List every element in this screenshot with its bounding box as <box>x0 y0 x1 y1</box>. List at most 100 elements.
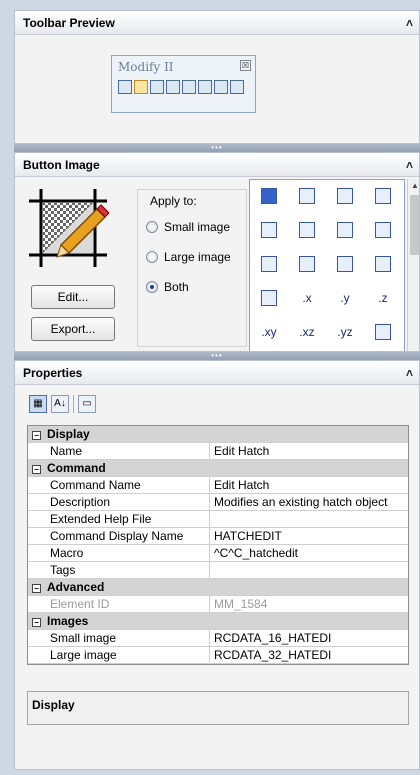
property-row-macro[interactable]: Macro ^C^C_hatchedit <box>28 545 408 562</box>
spline-edit-icon[interactable] <box>166 80 180 94</box>
gallery-image-6[interactable] <box>290 214 324 246</box>
gallery-image-7[interactable] <box>328 214 362 246</box>
radio-button-selected-icon[interactable] <box>146 281 158 293</box>
radio-large-image-label: Large image <box>164 250 231 264</box>
splitter-grip[interactable]: ••• <box>14 144 420 152</box>
radio-small-image-label: Small image <box>164 220 231 234</box>
property-key: Small image <box>28 630 210 646</box>
gallery-image-xy[interactable]: .xy <box>252 316 286 348</box>
property-row-element-id[interactable]: Element ID MM_1584 <box>28 596 408 613</box>
category-label: Images <box>47 614 89 628</box>
multiline-edit-icon[interactable] <box>230 80 244 94</box>
gallery-image-z[interactable]: .z <box>366 282 400 314</box>
property-row-large-image[interactable]: Large image RCDATA_32_HATEDI <box>28 647 408 664</box>
toolbar-preview-header[interactable]: Toolbar Preview ˄ <box>15 11 419 35</box>
radio-button-icon[interactable] <box>146 251 158 263</box>
property-key: Command Display Name <box>28 528 210 544</box>
draworder-icon[interactable] <box>118 80 132 94</box>
property-value[interactable]: Edit Hatch <box>210 477 408 493</box>
properties-header[interactable]: Properties ˄ <box>15 361 419 385</box>
gallery-image-5[interactable] <box>252 214 286 246</box>
gallery-image-1[interactable] <box>252 180 286 212</box>
button-image-panel: Button Image ˄ Edit... Export... Apply t… <box>14 152 420 352</box>
property-row-display-name[interactable]: Command Display Name HATCHEDIT <box>28 528 408 545</box>
array-edit-icon[interactable] <box>182 80 196 94</box>
property-row-name[interactable]: Name Edit Hatch <box>28 443 408 460</box>
button-image-gallery: .x .y .z .xy .xz .yz <box>249 179 405 351</box>
property-value[interactable]: Edit Hatch <box>210 443 408 459</box>
properties-toolbar: ▦ A↓ ▭ <box>29 395 96 413</box>
property-value[interactable]: HATCHEDIT <box>210 528 408 544</box>
gallery-image-13[interactable] <box>252 282 286 314</box>
collapse-minus-icon[interactable]: − <box>32 618 41 627</box>
category-row-display[interactable]: − Display <box>28 426 408 443</box>
property-key: Large image <box>28 647 210 663</box>
gallery-image-yz[interactable]: .yz <box>328 316 362 348</box>
properties-title: Properties <box>23 366 83 380</box>
scroll-up-icon[interactable]: ▲ <box>408 179 419 193</box>
scroll-thumb[interactable] <box>410 195 419 255</box>
gallery-image-10[interactable] <box>290 248 324 280</box>
radio-small-image[interactable]: Small image <box>146 220 230 234</box>
collapse-minus-icon[interactable]: − <box>32 465 41 474</box>
radio-button-icon[interactable] <box>146 221 158 233</box>
property-value[interactable]: Modifies an existing hatch object <box>210 494 408 510</box>
close-icon[interactable]: ☒ <box>240 60 251 71</box>
property-row-description[interactable]: Description Modifies an existing hatch o… <box>28 494 408 511</box>
property-value[interactable]: ^C^C_hatchedit <box>210 545 408 561</box>
gallery-image-12[interactable] <box>366 248 400 280</box>
button-image-title: Button Image <box>23 158 100 172</box>
property-value[interactable] <box>210 511 408 527</box>
gallery-image-20[interactable] <box>366 316 400 348</box>
image-thumbnail-icon <box>261 290 277 306</box>
image-thumbnail-icon <box>375 188 391 204</box>
toolbar-icons <box>118 80 244 94</box>
collapse-chevron-icon[interactable]: ˄ <box>406 11 413 35</box>
property-row-extended-help[interactable]: Extended Help File <box>28 511 408 528</box>
image-thumbnail-icon <box>299 222 315 238</box>
export-image-button[interactable]: Export... <box>31 317 115 341</box>
collapse-chevron-icon[interactable]: ˄ <box>406 361 413 385</box>
radio-large-image[interactable]: Large image <box>146 250 231 264</box>
property-row-small-image[interactable]: Small image RCDATA_16_HATEDI <box>28 630 408 647</box>
categorized-view-icon[interactable]: ▦ <box>29 395 47 413</box>
button-image-header[interactable]: Button Image ˄ <box>15 153 419 177</box>
apply-to-group: Apply to: Small image Large image Both <box>137 189 247 347</box>
gallery-image-11[interactable] <box>328 248 362 280</box>
gallery-image-xz[interactable]: .xz <box>290 316 324 348</box>
edit-image-button[interactable]: Edit... <box>31 285 115 309</box>
hatch-edit-icon[interactable] <box>134 80 148 94</box>
category-row-advanced[interactable]: − Advanced <box>28 579 408 596</box>
property-value[interactable]: RCDATA_32_HATEDI <box>210 647 408 663</box>
category-label: Display <box>47 427 90 441</box>
property-row-tags[interactable]: Tags <box>28 562 408 579</box>
collapse-minus-icon[interactable]: − <box>32 584 41 593</box>
collapse-minus-icon[interactable]: − <box>32 431 41 440</box>
image-thumbnail-icon <box>261 222 277 238</box>
block-edit-icon[interactable] <box>214 80 228 94</box>
polyline-edit-icon[interactable] <box>150 80 164 94</box>
property-key: Element ID <box>28 596 210 612</box>
gallery-image-9[interactable] <box>252 248 286 280</box>
gallery-scrollbar[interactable]: ▲ ▼ <box>407 179 419 351</box>
attribute-edit-icon[interactable] <box>198 80 212 94</box>
toolbar-preview-title: Toolbar Preview <box>23 16 115 30</box>
property-value[interactable]: RCDATA_16_HATEDI <box>210 630 408 646</box>
gallery-image-y[interactable]: .y <box>328 282 362 314</box>
category-row-command[interactable]: − Command <box>28 460 408 477</box>
gallery-image-4[interactable] <box>366 180 400 212</box>
collapse-chevron-icon[interactable]: ˄ <box>406 153 413 177</box>
property-value[interactable] <box>210 562 408 578</box>
gallery-image-8[interactable] <box>366 214 400 246</box>
gallery-image-3[interactable] <box>328 180 362 212</box>
image-thumbnail-icon <box>375 222 391 238</box>
splitter-grip[interactable]: ••• <box>14 352 420 360</box>
gallery-image-x[interactable]: .x <box>290 282 324 314</box>
gallery-image-2[interactable] <box>290 180 324 212</box>
category-row-images[interactable]: − Images <box>28 613 408 630</box>
property-row-command-name[interactable]: Command Name Edit Hatch <box>28 477 408 494</box>
property-key: Macro <box>28 545 210 561</box>
alphabetical-sort-icon[interactable]: A↓ <box>51 395 69 413</box>
radio-both[interactable]: Both <box>146 280 189 294</box>
property-pages-icon[interactable]: ▭ <box>78 395 96 413</box>
